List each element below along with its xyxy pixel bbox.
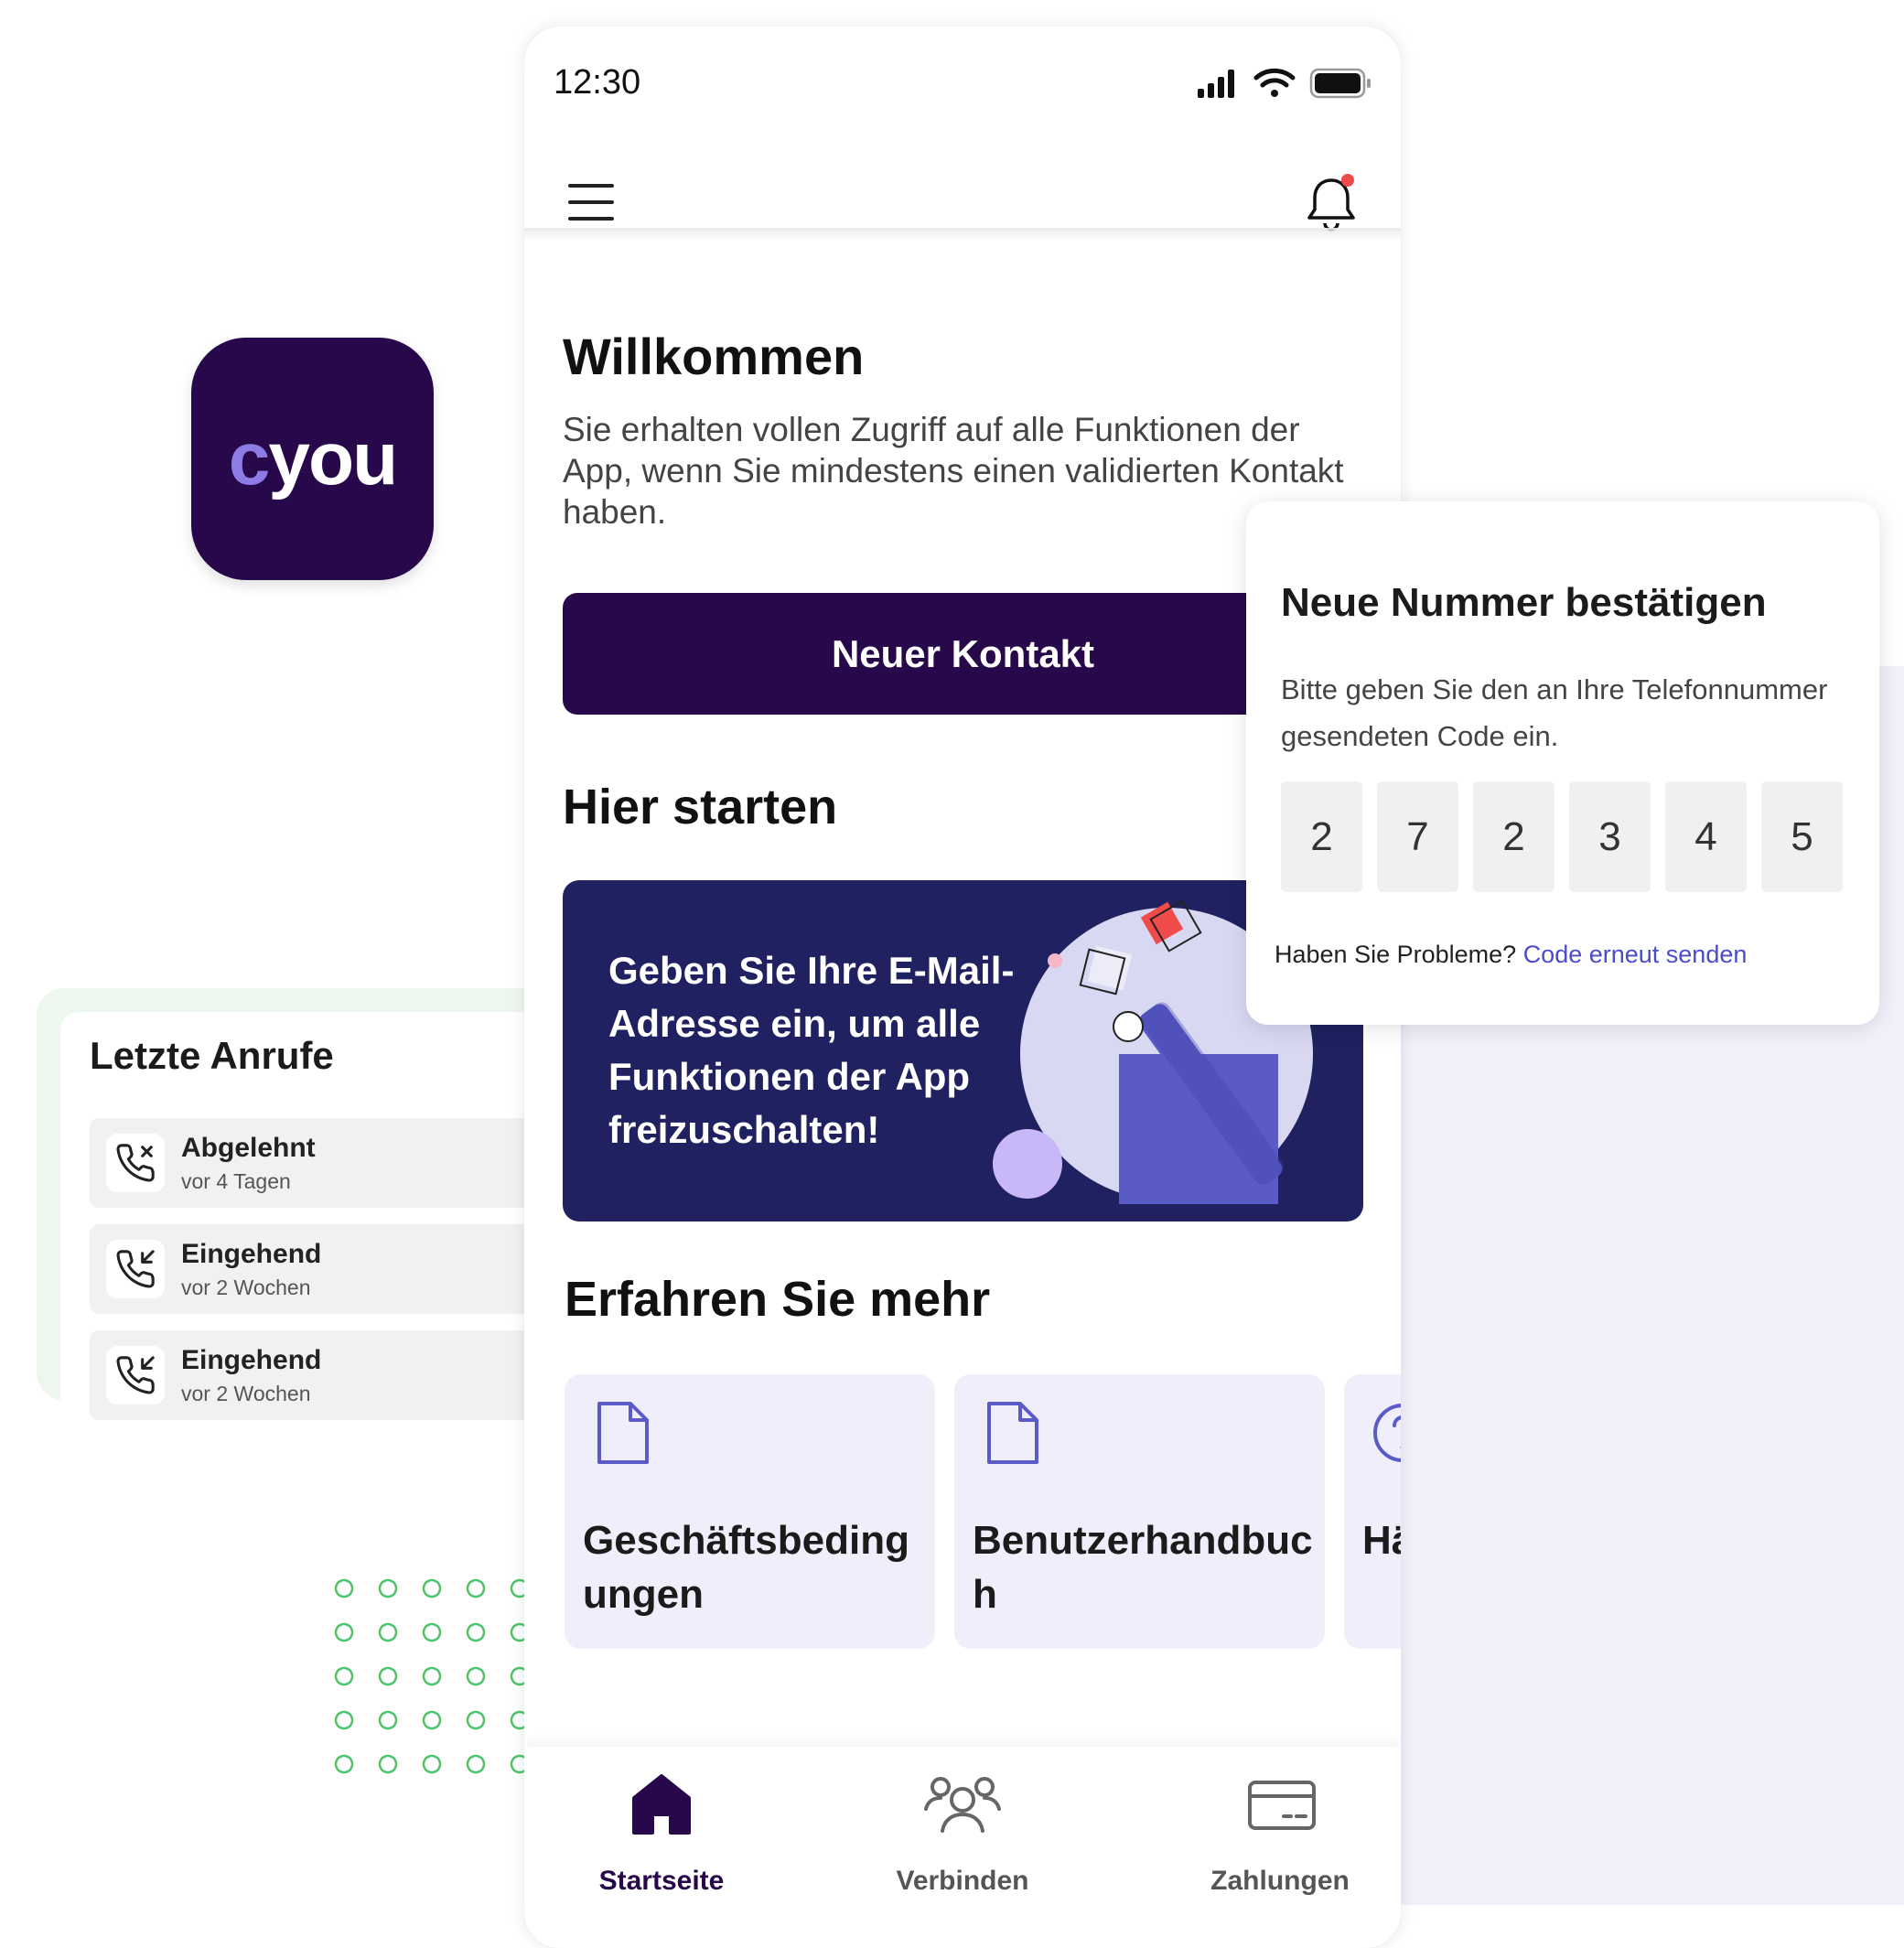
email-promo-banner[interactable]: Geben Sie Ihre E-Mail-Adresse ein, um al… — [563, 880, 1363, 1222]
card-label: Häufige Fragen — [1362, 1518, 1401, 1563]
call-time: vor 2 Wochen — [181, 1275, 311, 1299]
card-label: Benutzerhandbuch — [973, 1518, 1313, 1617]
code-digit-input[interactable]: 3 — [1569, 781, 1651, 892]
promo-text: Geben Sie Ihre E-Mail-Adresse ein, um al… — [608, 949, 1015, 1151]
status-time: 12:30 — [554, 63, 641, 102]
bottom-tab-bar: Startseite Verbinden Zahlungen — [524, 1747, 1401, 1948]
incoming-call-icon — [106, 1346, 165, 1404]
code-digit-input[interactable]: 2 — [1281, 781, 1362, 892]
home-icon — [632, 1774, 691, 1835]
verify-help: Haben Sie Probleme? Code erneut senden — [1275, 941, 1748, 968]
verify-number-card: Neue Nummer bestätigen Bitte geben Sie d… — [1246, 501, 1879, 1025]
incoming-call-icon — [106, 1240, 165, 1298]
welcome-title: Willkommen — [563, 328, 865, 385]
document-icon — [597, 1402, 649, 1464]
code-digit-input[interactable]: 5 — [1761, 781, 1843, 892]
header-divider — [524, 228, 1401, 241]
users-icon — [924, 1777, 1001, 1833]
code-digit-input[interactable]: 4 — [1665, 781, 1747, 892]
help-circle-icon — [1373, 1404, 1401, 1462]
credit-card-icon — [1248, 1781, 1316, 1830]
menu-icon[interactable] — [568, 184, 614, 221]
start-section-title: Hier starten — [563, 780, 838, 834]
app-logo-text: cyou — [228, 416, 398, 500]
new-contact-button[interactable]: Neuer Kontakt — [563, 593, 1363, 715]
card-label: Geschäftsbedingungen — [583, 1518, 909, 1617]
verify-text: Bitte geben Sie den an Ihre Telefonnumme… — [1281, 673, 1828, 752]
verify-title: Neue Nummer bestätigen — [1281, 580, 1767, 625]
tab-startseite[interactable]: Startseite — [524, 1747, 799, 1911]
faq-card[interactable]: Häufige Fragen — [1344, 1374, 1401, 1649]
status-icons — [1198, 67, 1372, 104]
code-digit-input[interactable]: 2 — [1473, 781, 1554, 892]
tab-label: Verbinden — [896, 1866, 1029, 1896]
app-logo: cyou — [191, 338, 434, 580]
manual-card[interactable]: Benutzerhandbuch — [954, 1374, 1325, 1649]
code-digit-input[interactable]: 7 — [1377, 781, 1458, 892]
tab-zahlungen[interactable]: Zahlungen — [1143, 1747, 1401, 1911]
terms-card[interactable]: Geschäftsbedingungen — [565, 1374, 935, 1649]
learn-more-title: Erfahren Sie mehr — [565, 1272, 991, 1327]
call-time: vor 4 Tagen — [181, 1169, 291, 1193]
call-name: Abgelehnt — [181, 1133, 316, 1163]
call-time: vor 2 Wochen — [181, 1382, 311, 1405]
tab-label: Zahlungen — [1210, 1866, 1350, 1896]
signal-wifi-battery-icon — [1198, 68, 1371, 99]
document-icon — [987, 1402, 1038, 1464]
resend-code-link[interactable]: Code erneut senden — [1523, 941, 1748, 968]
call-name: Eingehend — [181, 1345, 322, 1375]
call-name: Eingehend — [181, 1239, 322, 1269]
dot-grid-decoration — [334, 1578, 530, 1774]
notification-dot — [1341, 174, 1354, 187]
tab-verbinden[interactable]: Verbinden — [825, 1747, 1100, 1911]
tab-label: Startseite — [598, 1866, 725, 1896]
missed-call-icon — [106, 1134, 165, 1192]
recent-calls-title: Letzte Anrufe — [90, 1034, 334, 1077]
